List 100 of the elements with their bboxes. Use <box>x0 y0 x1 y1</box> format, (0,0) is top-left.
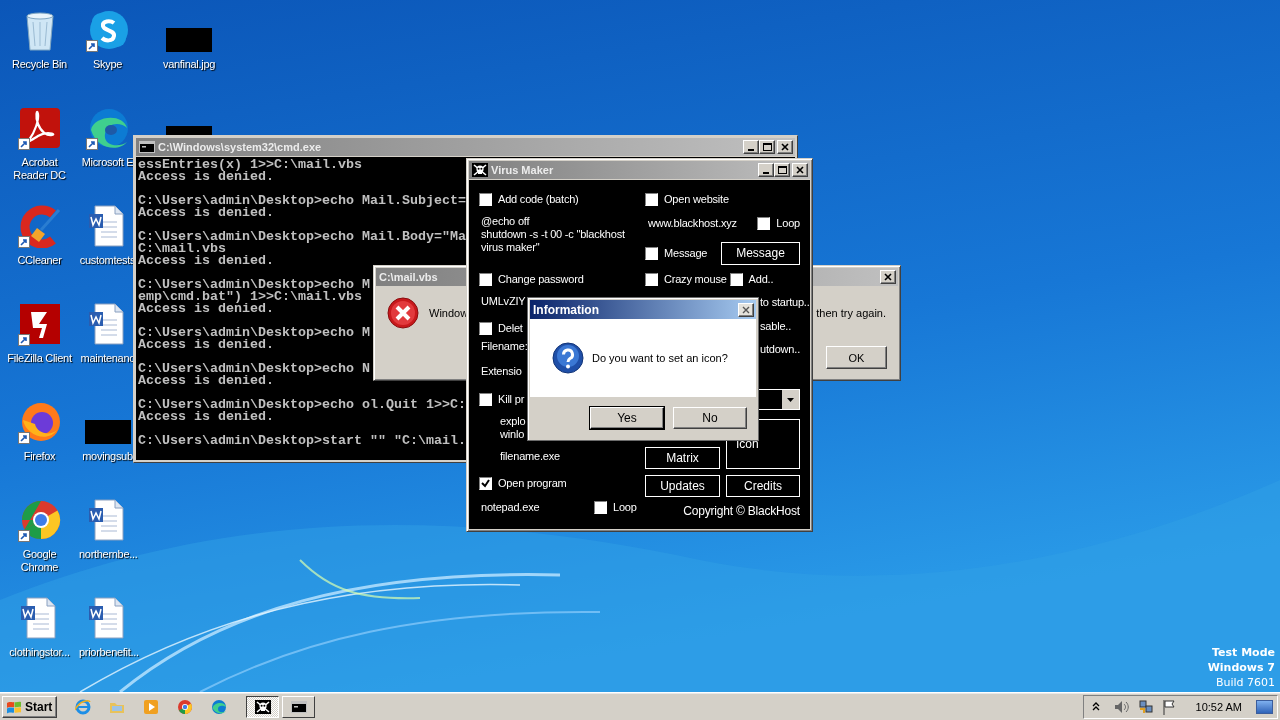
window-title: C:\Windows\system32\cmd.exe <box>158 141 322 153</box>
minimize-button[interactable] <box>758 163 774 177</box>
text-value: notepad.exe <box>481 501 541 513</box>
close-button[interactable] <box>792 163 808 177</box>
close-button[interactable] <box>880 270 896 284</box>
console-line: essEntries(x) 1>>C:\mail.vbs <box>138 159 362 171</box>
browser-icon <box>75 698 92 715</box>
maximize-icon <box>777 166 787 174</box>
close-icon <box>883 273 893 281</box>
message-text: Do you want to set an icon? <box>592 352 728 364</box>
notice-text: Windows 7 <box>1207 660 1275 675</box>
close-icon <box>741 305 751 314</box>
icon-label: maintenanc <box>80 352 135 365</box>
text-value: sable.. <box>760 320 791 332</box>
console-icon <box>290 700 307 713</box>
action-button[interactable]: Matrix <box>645 447 720 469</box>
checkbox-label: Message <box>664 247 708 259</box>
close-button[interactable] <box>738 302 754 317</box>
checkbox[interactable] <box>645 272 658 286</box>
flag-icon <box>6 699 22 714</box>
close-button[interactable] <box>777 140 793 154</box>
text-value: shutdown -s -t 00 -c "blackhost <box>481 228 625 241</box>
checkbox[interactable] <box>645 192 658 206</box>
console-line: Access is denied. <box>138 207 274 219</box>
icon-label: Firefox <box>23 450 56 463</box>
icon-label: movingsub <box>82 450 133 463</box>
checkbox-label: Loop <box>613 501 637 513</box>
flag-icon <box>1161 698 1176 715</box>
checkbox-label: Crazy mouse <box>664 273 727 285</box>
icon-label: CCleaner <box>17 254 62 267</box>
text-value: www.blackhost.xyz <box>648 217 738 229</box>
checkbox-label: Kill pr <box>498 393 525 405</box>
action-button[interactable]: Message <box>721 241 800 265</box>
taskbar-button[interactable] <box>246 695 280 718</box>
maximize-button[interactable] <box>774 163 790 177</box>
checkbox[interactable] <box>757 216 771 230</box>
checkbox-label: Add code (batch) <box>498 193 579 205</box>
text-value: UMLvZIY <box>481 295 526 308</box>
clock-text: 10:52 AM <box>1195 700 1242 713</box>
checkbox[interactable] <box>594 500 607 514</box>
action-button[interactable]: Updates <box>645 475 720 497</box>
action-button[interactable]: Credits <box>726 475 800 497</box>
console-line: C:\Users\admin\Desktop>echo M <box>138 279 370 291</box>
skull-icon <box>472 163 488 177</box>
dropdown-arrow-icon <box>787 397 794 402</box>
console-line: C:\Users\admin\Desktop>start "" "C:\mail. <box>138 435 466 447</box>
checkbox-label: Open program <box>498 477 567 489</box>
checkbox-label: Change password <box>498 273 584 285</box>
window-title: Virus Maker <box>491 164 554 176</box>
message-text: then try again. <box>816 307 886 319</box>
console-line: C:\Users\admin\Desktop>echo M <box>138 327 370 339</box>
checkbox[interactable] <box>479 392 492 406</box>
icon-label: Google Chrome <box>19 548 60 574</box>
minimize-button[interactable] <box>743 140 759 154</box>
checkbox[interactable] <box>479 192 492 206</box>
dialog-button[interactable]: Yes <box>590 406 664 429</box>
maximize-button[interactable] <box>759 140 775 154</box>
notice-text: Test Mode <box>1212 645 1275 660</box>
window-title: Information <box>533 302 599 317</box>
console-icon <box>139 141 155 153</box>
dropdown[interactable] <box>759 389 800 410</box>
text-value: to startup.. <box>760 296 810 308</box>
checkbox[interactable] <box>729 272 743 286</box>
console-line: Access is denied. <box>138 303 274 315</box>
text-value: virus maker" <box>481 241 540 254</box>
copyright-text: Copyright © BlackHost <box>683 504 800 518</box>
icon-label: Recycle Bin <box>12 58 67 71</box>
text-value: @echo off <box>481 215 530 228</box>
checkbox[interactable] <box>645 246 658 260</box>
question-icon <box>552 342 584 374</box>
console-line: Access is denied. <box>138 255 274 267</box>
text-value: utdown.. <box>760 343 800 355</box>
console-line: C:\Users\admin\Desktop>echo Mail.Subject= <box>138 195 466 207</box>
show-desktop-button[interactable] <box>1256 699 1273 714</box>
checkbox[interactable] <box>479 272 492 286</box>
ok-button[interactable]: OK <box>826 346 887 369</box>
icon-label: northernbe... <box>79 548 138 561</box>
check-icon <box>481 478 490 488</box>
checkbox-label: Open website <box>664 193 729 205</box>
console-line: C:\Users\admin\Desktop>echo Mail.Body="Ma <box>138 231 466 243</box>
text-value: explo <box>500 415 526 428</box>
icon-label: FileZilla Client <box>7 352 72 365</box>
notice-text: Build 7601 <box>1215 675 1275 690</box>
checkbox-label: Add.. <box>748 273 774 285</box>
checkbox-label: Loop <box>776 217 800 229</box>
dialog-button[interactable]: No <box>673 406 747 429</box>
network-icon <box>1137 698 1154 715</box>
checkbox[interactable] <box>479 476 492 490</box>
icon-label: priorbenefit... <box>79 646 139 659</box>
console-line: emp\cmd.bat") 1>>C:\mail.vbs <box>138 291 362 303</box>
checkbox[interactable] <box>479 321 492 335</box>
text-value: Extensio <box>481 365 522 378</box>
console-line: C:\Users\admin\Desktop>echo ol.Quit 1>>C: <box>138 399 466 411</box>
browser-icon <box>177 698 194 715</box>
console-line: C:\mail.vbs <box>138 243 226 255</box>
window-title: C:\mail.vbs <box>379 271 438 283</box>
media-player-icon <box>143 698 160 715</box>
start-button[interactable]: Start <box>2 695 58 718</box>
console-line: C:\Users\admin\Desktop>echo N <box>138 363 370 375</box>
speaker-icon <box>1113 699 1130 714</box>
